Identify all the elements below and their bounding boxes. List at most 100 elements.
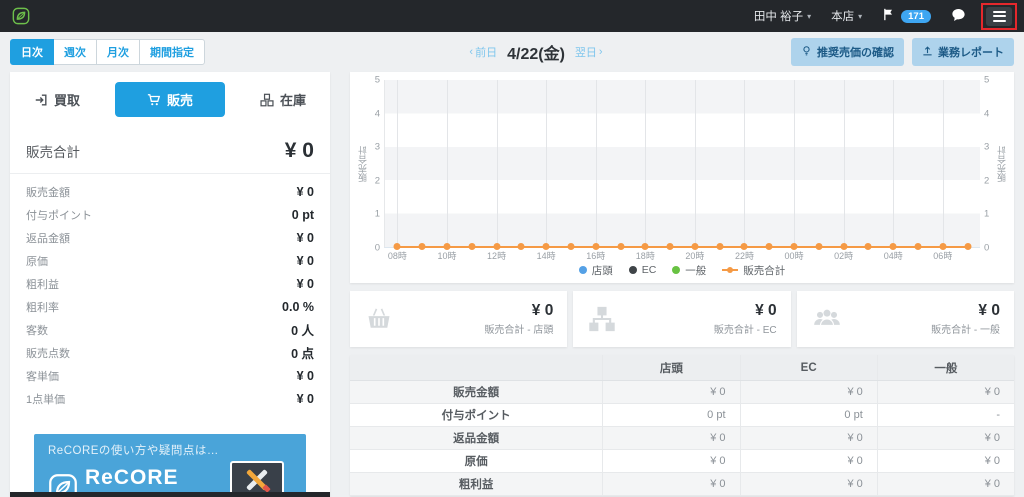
row-label: 粗利益 bbox=[458, 479, 494, 491]
column-header: 一般 bbox=[876, 355, 1014, 380]
summary-row: 原価 ¥ 0 bbox=[26, 249, 314, 272]
summary-row: 1点単価 ¥ 0 bbox=[26, 387, 314, 410]
y-axis-left: 販売合計 012345 bbox=[356, 75, 384, 254]
data-point[interactable] bbox=[542, 243, 550, 250]
data-point[interactable] bbox=[765, 243, 773, 250]
data-point[interactable] bbox=[716, 243, 724, 250]
chart-legend: 店頭 EC 一般 販売合計 bbox=[356, 263, 1008, 277]
summary-row: 粗利率 0.0 % bbox=[26, 295, 314, 318]
data-point[interactable] bbox=[939, 243, 947, 250]
cell-value: 0 pt bbox=[602, 404, 739, 426]
y-tick-label: 3 bbox=[984, 141, 990, 153]
data-point[interactable] bbox=[691, 243, 699, 250]
chart-gridline bbox=[496, 80, 498, 247]
summary-row-value: ¥ 0 bbox=[296, 184, 314, 199]
period-tab-daily[interactable]: 日次 bbox=[10, 39, 54, 65]
recore-dashboard: 田中 裕子 ▾ 本店 ▾ 171 日次 週次 月次 期間指定 ‹ 前日 4/22… bbox=[0, 0, 1024, 497]
summary-row-value: 0 pt bbox=[291, 207, 314, 222]
legend-item-EC[interactable]: EC bbox=[628, 264, 656, 276]
recore-logo-icon[interactable] bbox=[12, 7, 30, 25]
x-tick-label: 02時 bbox=[834, 251, 854, 261]
data-point[interactable] bbox=[468, 243, 476, 250]
x-tick-label: 10時 bbox=[437, 251, 457, 261]
summary-row-label: 返品金額 bbox=[26, 232, 70, 245]
header-actions: 推奨売価の確認 業務レポート bbox=[791, 38, 1014, 66]
x-tick-label: 06時 bbox=[933, 251, 953, 261]
data-point[interactable] bbox=[864, 243, 872, 250]
x-tick-label: 04時 bbox=[883, 251, 903, 261]
stat-card-basket: ¥ 0 販売合計 - 店頭 bbox=[350, 291, 568, 347]
recommended-price-button[interactable]: 推奨売価の確認 bbox=[791, 38, 904, 66]
cell-value: - bbox=[876, 404, 1014, 426]
legend-label: 販売合計 bbox=[743, 264, 786, 277]
tab-purchase[interactable]: 買取 bbox=[34, 90, 80, 109]
data-point[interactable] bbox=[964, 243, 972, 250]
legend-item-販売合計[interactable]: 販売合計 bbox=[722, 263, 785, 278]
data-point[interactable] bbox=[443, 243, 451, 250]
date-navigator: ‹ 前日 4/22(金) 翌日 › bbox=[469, 40, 602, 64]
stat-card-label: 販売合計 - 店頭 bbox=[484, 325, 554, 336]
right-column: 販売合計 012345 08時 10時 12時 14時 16時 18時 20時 22時 00時 0… bbox=[350, 72, 1014, 496]
data-point[interactable] bbox=[815, 243, 823, 250]
data-point[interactable] bbox=[840, 243, 848, 250]
y-tick-label: 4 bbox=[374, 108, 380, 120]
help-banner[interactable]: ReCOREの使い方や疑問点は… ReCORE ヘルプサイト bbox=[34, 434, 306, 497]
data-point[interactable] bbox=[790, 243, 798, 250]
menu-button[interactable] bbox=[986, 6, 1012, 26]
legend-item-店頭[interactable]: 店頭 bbox=[578, 263, 613, 278]
x-tick-label: 18時 bbox=[635, 251, 655, 261]
table-row: 原価 ¥ 0 ¥ 0 ¥ 0 bbox=[350, 450, 1014, 473]
period-tab-range[interactable]: 期間指定 bbox=[139, 39, 205, 65]
legend-item-一般[interactable]: 一般 bbox=[672, 263, 706, 278]
chart-gridline bbox=[645, 80, 647, 247]
store-name: 本店 bbox=[831, 11, 855, 23]
period-tab-weekly[interactable]: 週次 bbox=[53, 39, 97, 65]
data-point[interactable] bbox=[393, 243, 401, 250]
data-point[interactable] bbox=[517, 243, 525, 250]
data-point[interactable] bbox=[592, 243, 600, 250]
summary-row-value: ¥ 0 bbox=[296, 391, 314, 406]
next-day-link[interactable]: 翌日 › bbox=[575, 44, 603, 60]
chart-gridline bbox=[694, 80, 696, 247]
notifications-button[interactable]: 171 bbox=[882, 8, 931, 24]
summary-row-label: 客単価 bbox=[26, 370, 59, 383]
store-menu[interactable]: 本店 ▾ bbox=[831, 8, 862, 24]
data-point[interactable] bbox=[914, 243, 922, 250]
y-tick-label: 5 bbox=[374, 74, 380, 86]
row-label: 原価 bbox=[464, 456, 488, 468]
chat-button[interactable] bbox=[951, 8, 966, 25]
summary-row-label: 販売点数 bbox=[26, 347, 70, 360]
summary-row-value: 0 人 bbox=[291, 324, 314, 338]
summary-row-label: 1点単価 bbox=[26, 393, 66, 406]
series-line bbox=[397, 246, 968, 248]
stat-card-value: ¥ 0 bbox=[978, 302, 1000, 319]
summary-row-value: ¥ 0 bbox=[296, 276, 314, 291]
sign-in-icon bbox=[34, 93, 48, 107]
summary-row-value: ¥ 0 bbox=[296, 253, 314, 268]
table-row: 付与ポイント 0 pt 0 pt - bbox=[350, 404, 1014, 427]
tab-sales[interactable]: 販売 bbox=[114, 82, 225, 117]
y-tick-label: 0 bbox=[984, 242, 990, 254]
report-button[interactable]: 業務レポート bbox=[912, 38, 1014, 66]
data-point[interactable] bbox=[740, 243, 748, 250]
chevron-left-icon: ‹ bbox=[469, 46, 474, 58]
prev-day-link[interactable]: ‹ 前日 bbox=[469, 44, 497, 60]
data-point[interactable] bbox=[418, 243, 426, 250]
user-name: 田中 裕子 bbox=[753, 11, 804, 23]
user-menu[interactable]: 田中 裕子 ▾ bbox=[754, 8, 811, 24]
legend-label: 店頭 bbox=[591, 264, 613, 277]
basket-icon bbox=[364, 305, 394, 333]
data-point[interactable] bbox=[641, 243, 649, 250]
summary-total: ¥ 0 bbox=[284, 139, 314, 162]
data-point[interactable] bbox=[889, 243, 897, 250]
data-point[interactable] bbox=[617, 243, 625, 250]
tab-stock[interactable]: 在庫 bbox=[260, 90, 306, 109]
row-label: 販売金額 bbox=[453, 387, 500, 399]
chart-gridline bbox=[893, 80, 895, 247]
data-point[interactable] bbox=[493, 243, 501, 250]
y-tick-label: 4 bbox=[984, 108, 990, 120]
data-point[interactable] bbox=[666, 243, 674, 250]
period-tab-monthly[interactable]: 月次 bbox=[96, 39, 140, 65]
chevron-right-icon: › bbox=[598, 46, 603, 58]
data-point[interactable] bbox=[567, 243, 575, 250]
